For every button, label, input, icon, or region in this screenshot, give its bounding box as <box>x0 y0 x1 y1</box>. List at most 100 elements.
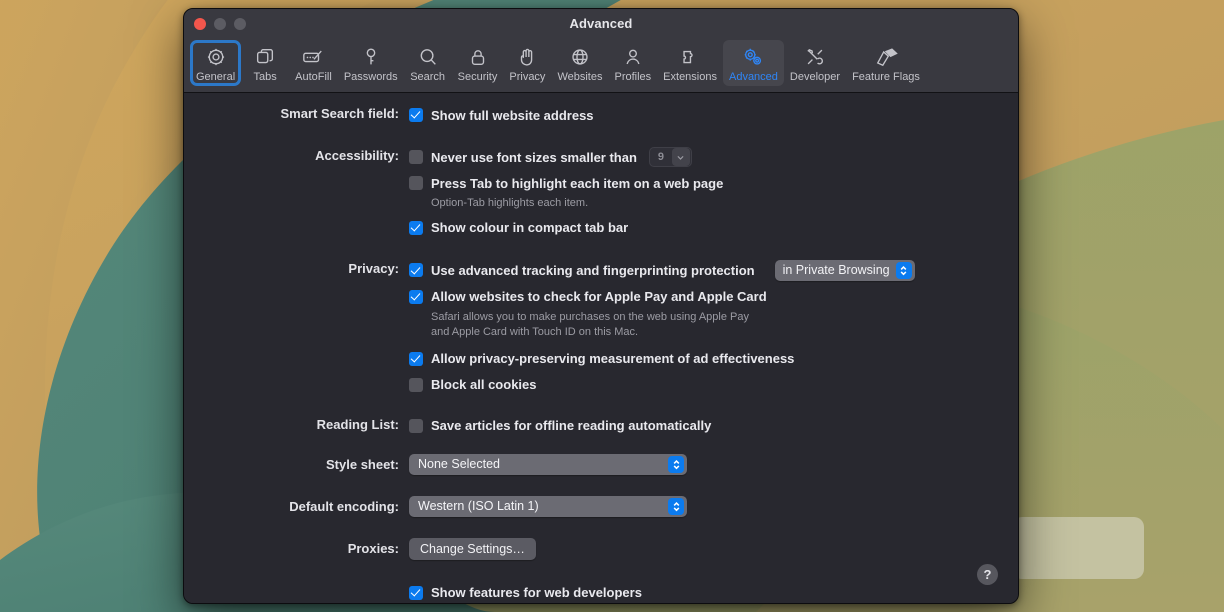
checkbox-advanced-tracking-protection[interactable]: Use advanced tracking and fingerprinting… <box>409 260 1018 281</box>
row-developer-features: Show features for web developers <box>184 583 1018 603</box>
background-window[interactable] <box>1012 517 1144 579</box>
globe-icon <box>569 45 591 69</box>
autofill-icon <box>301 45 325 69</box>
checkbox-indicator[interactable] <box>409 263 423 277</box>
tab-autofill[interactable]: AutoFill <box>289 40 338 86</box>
tab-label: Developer <box>790 71 840 83</box>
tab-passwords[interactable]: Passwords <box>338 40 404 86</box>
tab-label: General <box>196 71 235 83</box>
puzzle-piece-icon <box>679 45 701 69</box>
checkbox-never-use-font-sizes-smaller-than[interactable]: Never use font sizes smaller than 9 <box>409 147 1018 167</box>
row-reading-list: Reading List: Save articles for offline … <box>184 416 1018 436</box>
proxies-label: Proxies: <box>184 541 409 556</box>
up-down-chevron-icon[interactable] <box>668 498 684 515</box>
tab-developer[interactable]: Developer <box>784 40 846 86</box>
checkbox-indicator[interactable] <box>409 290 423 304</box>
checkbox-label: Show features for web developers <box>431 585 642 600</box>
row-proxies: Proxies: Change Settings… <box>184 538 1018 560</box>
checkbox-label: Allow websites to check for Apple Pay an… <box>431 289 767 304</box>
apple-pay-hint-line-1: Safari allows you to make purchases on t… <box>431 310 1018 325</box>
tab-label: Search <box>410 71 445 83</box>
default-encoding-label: Default encoding: <box>184 499 409 514</box>
window-chrome: Advanced General Tabs AutoFill <box>184 9 1018 93</box>
reading-list-label: Reading List: <box>184 416 409 432</box>
tab-label: Advanced <box>729 71 778 83</box>
chevron-down-icon[interactable] <box>672 148 690 166</box>
checkbox-indicator[interactable] <box>409 108 423 122</box>
tab-label: Passwords <box>344 71 398 83</box>
key-icon <box>360 45 382 69</box>
checkbox-label: Allow privacy-preserving measurement of … <box>431 351 794 366</box>
checkbox-show-colour-compact-tab-bar[interactable]: Show colour in compact tab bar <box>409 218 1018 238</box>
style-sheet-popup[interactable]: None Selected <box>409 454 687 475</box>
privacy-label: Privacy: <box>184 260 409 276</box>
tab-search[interactable]: Search <box>404 40 452 86</box>
smart-search-label: Smart Search field: <box>184 105 409 121</box>
checkbox-save-articles-offline[interactable]: Save articles for offline reading automa… <box>409 416 1018 436</box>
checkbox-indicator[interactable] <box>409 378 423 392</box>
tracking-scope-popup[interactable]: in Private Browsing <box>775 260 915 281</box>
tab-advanced[interactable]: Advanced <box>723 40 784 86</box>
tools-icon <box>804 45 826 69</box>
up-down-chevron-icon[interactable] <box>668 456 684 473</box>
press-tab-hint: Option-Tab highlights each item. <box>431 196 1018 211</box>
default-encoding-value: Western (ISO Latin 1) <box>418 499 539 513</box>
titlebar: Advanced <box>184 9 1018 37</box>
min-font-size-stepper[interactable]: 9 <box>649 147 692 167</box>
hand-icon <box>516 45 538 69</box>
magnifier-icon <box>417 45 439 69</box>
row-smart-search: Smart Search field: Show full website ad… <box>184 105 1018 125</box>
tab-privacy[interactable]: Privacy <box>503 40 551 86</box>
tab-general[interactable]: General <box>190 40 241 86</box>
checkbox-indicator[interactable] <box>409 352 423 366</box>
row-privacy: Privacy: Use advanced tracking and finge… <box>184 260 1018 395</box>
checkbox-label: Use advanced tracking and fingerprinting… <box>431 263 755 278</box>
checkbox-indicator[interactable] <box>409 419 423 433</box>
checkbox-press-tab-highlight[interactable]: Press Tab to highlight each item on a we… <box>409 173 1018 193</box>
tab-tabs[interactable]: Tabs <box>241 40 289 86</box>
tab-profiles[interactable]: Profiles <box>608 40 657 86</box>
lock-icon <box>467 45 489 69</box>
tab-label: Websites <box>557 71 602 83</box>
maximize-button-icon[interactable] <box>234 18 246 30</box>
traffic-light-buttons[interactable] <box>194 18 246 30</box>
developer-spacer-label <box>184 583 409 584</box>
checkbox-show-full-website-address[interactable]: Show full website address <box>409 105 1018 125</box>
row-style-sheet: Style sheet: None Selected <box>184 454 1018 475</box>
help-button[interactable]: ? <box>977 564 998 585</box>
checkbox-apple-pay[interactable]: Allow websites to check for Apple Pay an… <box>409 287 1018 307</box>
tab-label: AutoFill <box>295 71 332 83</box>
checkbox-block-all-cookies[interactable]: Block all cookies <box>409 375 1018 395</box>
checkbox-ad-measurement[interactable]: Allow privacy-preserving measurement of … <box>409 349 1018 369</box>
tab-websites[interactable]: Websites <box>551 40 608 86</box>
checkbox-indicator[interactable] <box>409 586 423 600</box>
person-icon <box>622 45 644 69</box>
tab-feature-flags[interactable]: Feature Flags <box>846 40 926 86</box>
tab-label: Extensions <box>663 71 717 83</box>
tab-label: Privacy <box>509 71 545 83</box>
close-button-icon[interactable] <box>194 18 206 30</box>
safari-settings-window: Advanced General Tabs AutoFill <box>183 8 1019 604</box>
change-settings-button[interactable]: Change Settings… <box>409 538 536 560</box>
checkbox-indicator[interactable] <box>409 150 423 164</box>
default-encoding-popup[interactable]: Western (ISO Latin 1) <box>409 496 687 517</box>
min-font-size-value: 9 <box>650 151 672 163</box>
tab-label: Security <box>458 71 498 83</box>
checkbox-indicator[interactable] <box>409 176 423 190</box>
checkbox-label: Never use font sizes smaller than <box>431 150 637 165</box>
accessibility-label: Accessibility: <box>184 147 409 163</box>
checkbox-label: Press Tab to highlight each item on a we… <box>431 176 723 191</box>
tab-label: Feature Flags <box>852 71 920 83</box>
checkbox-label: Show colour in compact tab bar <box>431 220 628 235</box>
up-down-chevron-icon[interactable] <box>896 262 912 279</box>
checkbox-show-features-for-web-developers[interactable]: Show features for web developers <box>409 583 1018 603</box>
gears-icon <box>741 45 765 69</box>
tab-extensions[interactable]: Extensions <box>657 40 723 86</box>
checkbox-indicator[interactable] <box>409 221 423 235</box>
tab-security[interactable]: Security <box>452 40 504 86</box>
gear-icon <box>205 45 227 69</box>
style-sheet-label: Style sheet: <box>184 457 409 472</box>
advanced-settings-pane: Smart Search field: Show full website ad… <box>184 93 1018 603</box>
flags-icon <box>873 45 899 69</box>
minimize-button-icon[interactable] <box>214 18 226 30</box>
